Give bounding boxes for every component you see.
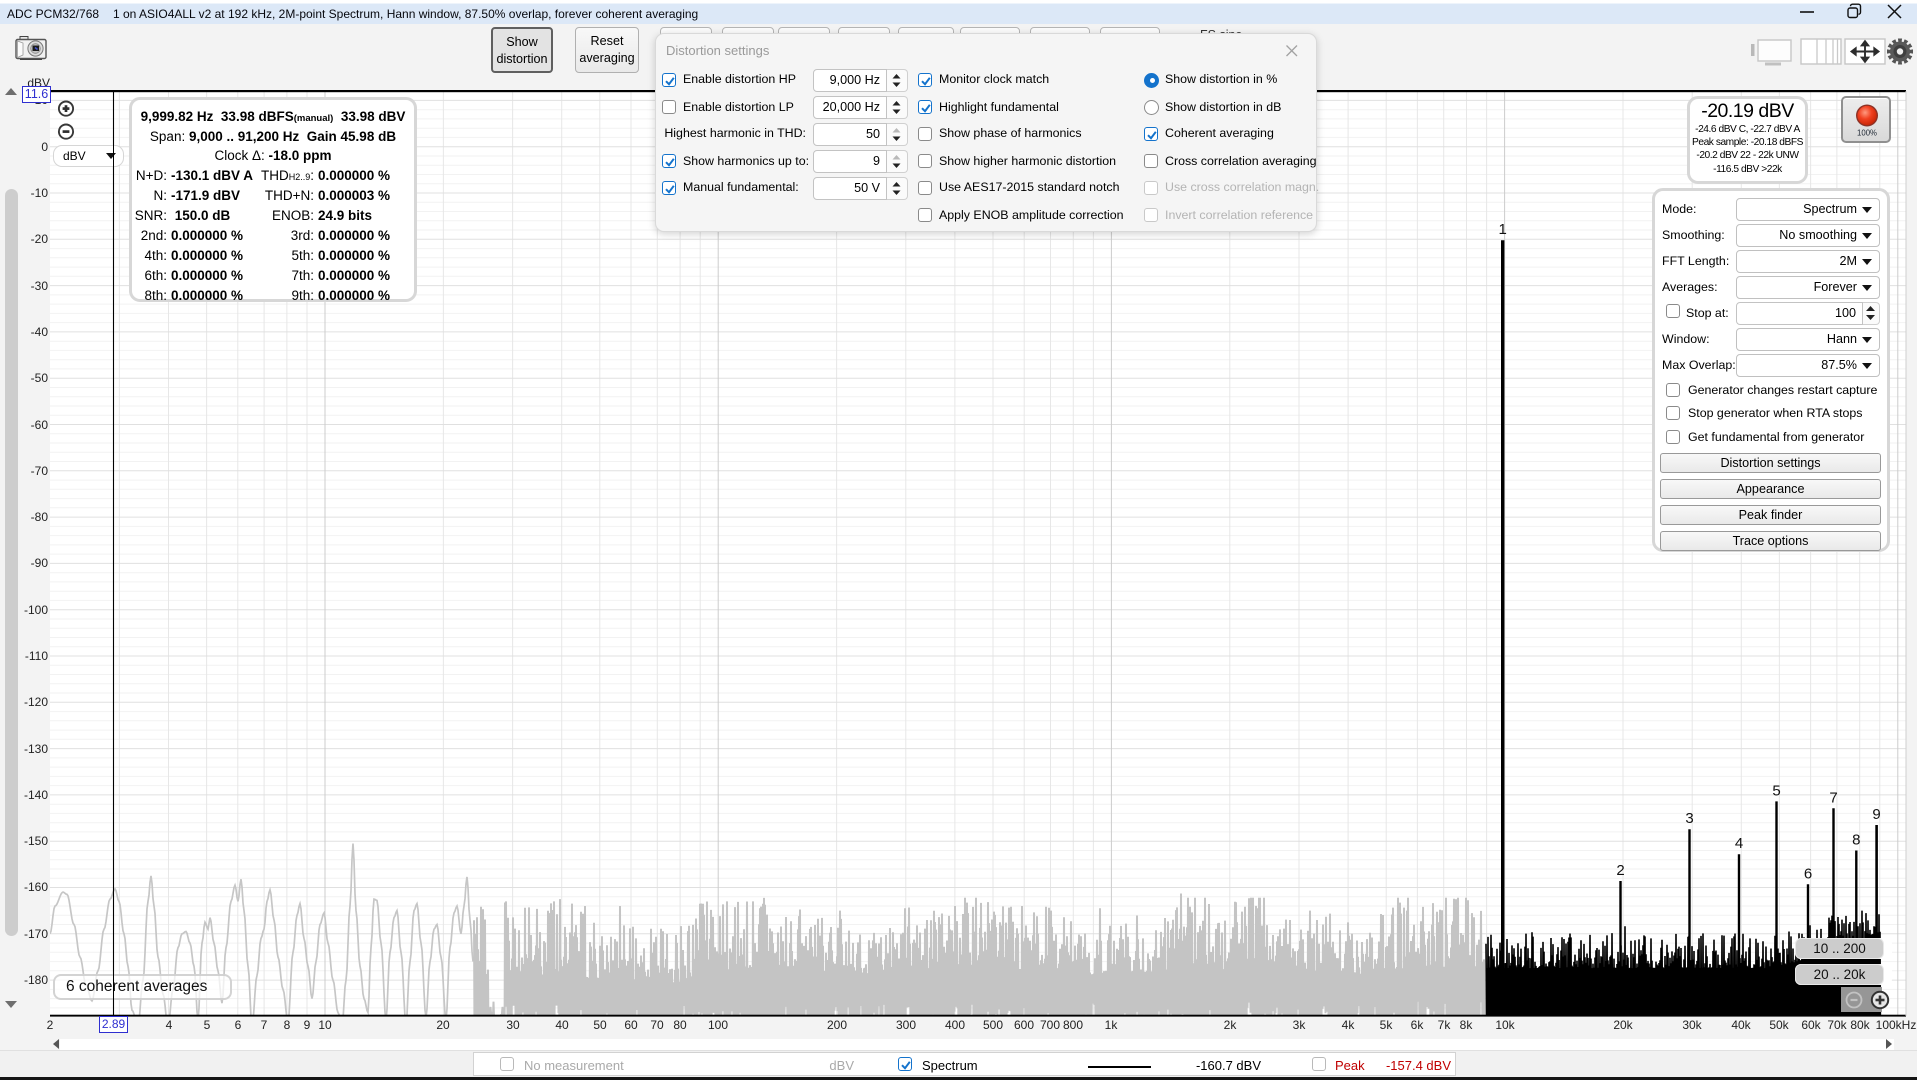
svg-text:1: 1 <box>1499 221 1507 238</box>
svg-text:5: 5 <box>1772 782 1780 799</box>
svg-text:8: 8 <box>1852 832 1860 849</box>
svg-text:2: 2 <box>1616 862 1624 879</box>
svg-text:9: 9 <box>1872 806 1880 823</box>
svg-text:7: 7 <box>1829 789 1837 806</box>
svg-text:6: 6 <box>1804 865 1812 882</box>
svg-text:3: 3 <box>1685 810 1693 827</box>
svg-text:4: 4 <box>1735 835 1743 852</box>
svg-text:100%: 100% <box>1857 129 1877 138</box>
